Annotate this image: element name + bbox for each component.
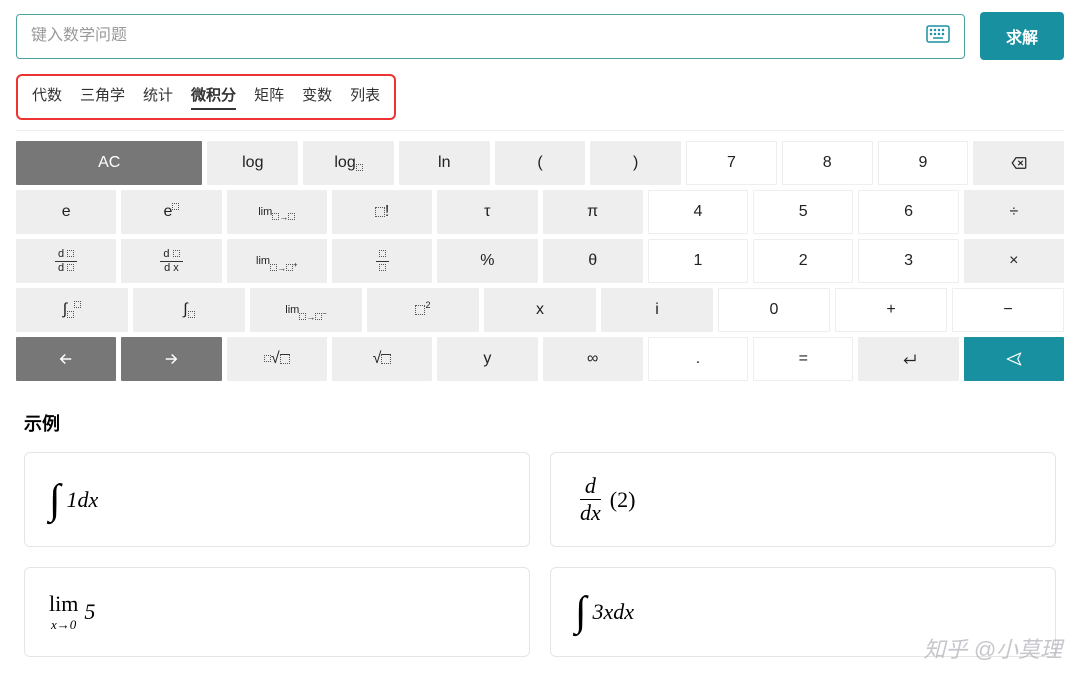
key-pi[interactable]: π <box>543 190 643 234</box>
key-digit-9[interactable]: 9 <box>878 141 969 185</box>
key-enter[interactable] <box>858 337 958 381</box>
examples-heading: 示例 <box>24 410 1056 436</box>
key-var-y[interactable]: y <box>437 337 537 381</box>
key-digit-1[interactable]: 1 <box>648 239 748 283</box>
key-ln[interactable]: ln <box>399 141 490 185</box>
key-log-base[interactable]: log <box>303 141 394 185</box>
key-digit-0[interactable]: 0 <box>718 288 830 332</box>
key-nth-root[interactable]: √ <box>227 337 327 381</box>
key-percent[interactable]: % <box>437 239 537 283</box>
key-d-dx[interactable]: d d x <box>121 239 221 283</box>
key-ac[interactable]: AC <box>16 141 202 185</box>
key-digit-7[interactable]: 7 <box>686 141 777 185</box>
key-divide[interactable]: ÷ <box>964 190 1064 234</box>
keypad: ACloglogln()789eelim→!τπ456÷d d d d xlim… <box>0 131 1080 396</box>
tab-6[interactable]: 列表 <box>350 84 380 110</box>
key-var-x[interactable]: x <box>484 288 596 332</box>
example-ddx-2[interactable]: ddx(2) <box>550 452 1056 547</box>
key-e-power[interactable]: e <box>121 190 221 234</box>
key-dot[interactable]: . <box>648 337 748 381</box>
key-log[interactable]: log <box>207 141 298 185</box>
key-limit-left[interactable]: lim→− <box>250 288 362 332</box>
key-limit-right[interactable]: lim→+ <box>227 239 327 283</box>
tab-5[interactable]: 变数 <box>302 84 332 110</box>
key-digit-6[interactable]: 6 <box>858 190 958 234</box>
key-sqrt[interactable]: √ <box>332 337 432 381</box>
key-var-i[interactable]: i <box>601 288 713 332</box>
key-arrow-right[interactable] <box>121 337 221 381</box>
key-definite-integral[interactable]: ∫ <box>16 288 128 332</box>
key-multiply[interactable]: × <box>964 239 1064 283</box>
tab-4[interactable]: 矩阵 <box>254 84 284 110</box>
example-int-3xdx[interactable]: ∫ 3xdx <box>550 567 1056 657</box>
key-digit-5[interactable]: 5 <box>753 190 853 234</box>
example-int-1dx[interactable]: ∫ 1dx <box>24 452 530 547</box>
tab-3[interactable]: 微积分 <box>191 84 236 110</box>
key-theta[interactable]: θ <box>543 239 643 283</box>
key-d-dbox[interactable]: d d <box>16 239 116 283</box>
search-container[interactable] <box>16 14 965 59</box>
key-equals[interactable]: = <box>753 337 853 381</box>
key-factorial[interactable]: ! <box>332 190 432 234</box>
tab-2[interactable]: 统计 <box>143 84 173 110</box>
key-limit[interactable]: lim→ <box>227 190 327 234</box>
key-indef-integral[interactable]: ∫ <box>133 288 245 332</box>
tab-1[interactable]: 三角学 <box>80 84 125 110</box>
key-fraction[interactable] <box>332 239 432 283</box>
key-digit-3[interactable]: 3 <box>858 239 958 283</box>
key-digit-2[interactable]: 2 <box>753 239 853 283</box>
key-plus[interactable]: + <box>835 288 947 332</box>
solve-button[interactable]: 求解 <box>980 12 1064 60</box>
search-input[interactable] <box>31 27 926 45</box>
category-tabs: 代数三角学统计微积分矩阵变数列表 <box>16 74 396 120</box>
key-tau[interactable]: τ <box>437 190 537 234</box>
key-arrow-left[interactable] <box>16 337 116 381</box>
key-digit-4[interactable]: 4 <box>648 190 748 234</box>
keyboard-icon[interactable] <box>926 25 950 48</box>
key-minus[interactable]: − <box>952 288 1064 332</box>
key-rparen[interactable]: ) <box>590 141 681 185</box>
example-lim-5[interactable]: limx→0 5 <box>24 567 530 657</box>
tab-0[interactable]: 代数 <box>32 84 62 110</box>
key-e[interactable]: e <box>16 190 116 234</box>
key-lparen[interactable]: ( <box>495 141 586 185</box>
key-infinity[interactable]: ∞ <box>543 337 643 381</box>
key-backspace[interactable] <box>973 141 1064 185</box>
key-digit-8[interactable]: 8 <box>782 141 873 185</box>
key-submit[interactable] <box>964 337 1064 381</box>
key-square[interactable]: 2 <box>367 288 479 332</box>
